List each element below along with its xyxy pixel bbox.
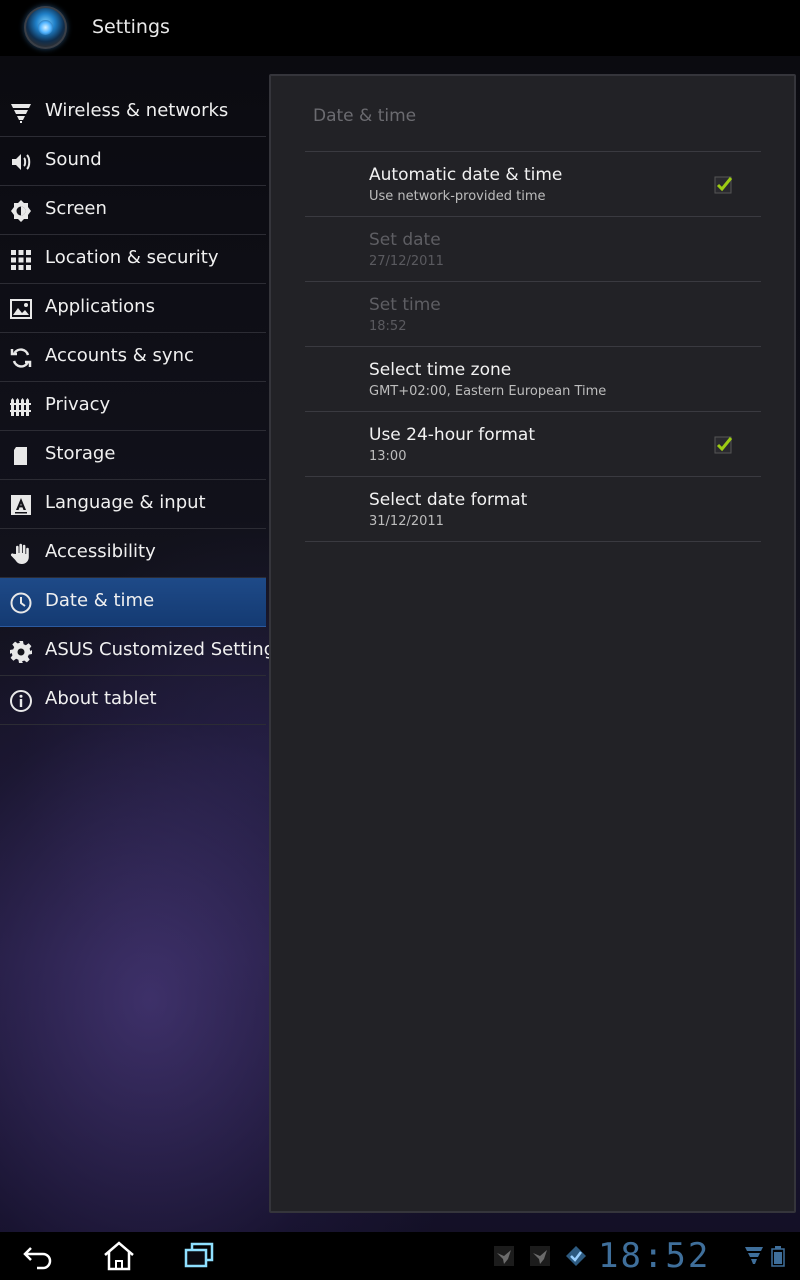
- sidebar-item-label: Storage: [45, 443, 116, 464]
- wifi-icon: [8, 100, 34, 126]
- sidebar-item-label: Sound: [45, 149, 102, 170]
- applications-icon: [8, 296, 34, 322]
- pref-title: Set time: [369, 295, 441, 315]
- battery-icon[interactable]: [766, 1244, 790, 1268]
- sidebar-item-asus-customized-setting[interactable]: ASUS Customized Setting: [0, 627, 275, 676]
- fence-icon: [8, 394, 34, 420]
- sidebar-item-about-tablet[interactable]: About tablet: [0, 676, 266, 725]
- action-bar: Settings: [0, 0, 800, 56]
- sidebar-item-location-security[interactable]: Location & security: [0, 235, 266, 284]
- recent-apps-icon: [184, 1242, 214, 1268]
- wifi-signal-icon[interactable]: [742, 1244, 766, 1268]
- section-header: Date & time: [313, 106, 417, 126]
- pref-title: Select time zone: [369, 360, 512, 380]
- sidebar-item-accounts-sync[interactable]: Accounts & sync: [0, 333, 266, 382]
- sidebar-item-storage[interactable]: Storage: [0, 431, 266, 480]
- hand-icon: [8, 541, 34, 567]
- brightness-icon: [8, 198, 34, 224]
- back-icon: [23, 1247, 52, 1270]
- sidebar-item-label: Accessibility: [45, 541, 156, 562]
- automatic-date-time-checkbox[interactable]: [713, 173, 735, 195]
- info-icon: [8, 688, 34, 714]
- pref-title: Select date format: [369, 490, 528, 510]
- sd-card-icon: [8, 443, 34, 469]
- sidebar-item-accessibility[interactable]: Accessibility: [0, 529, 266, 578]
- settings-screen: Settings Wireless & networks Sound Scree…: [0, 0, 800, 1280]
- sidebar-item-label: Accounts & sync: [45, 345, 194, 366]
- recent-apps-button[interactable]: [178, 1238, 220, 1274]
- sidebar-item-label: About tablet: [45, 688, 157, 709]
- checkmark-icon: [714, 436, 733, 454]
- pref-summary: 27/12/2011: [369, 254, 444, 269]
- app-title: Settings: [92, 16, 170, 38]
- pref-title: Automatic date & time: [369, 165, 563, 185]
- home-button[interactable]: [98, 1238, 140, 1274]
- pref-summary: 13:00: [369, 449, 407, 464]
- pref-set-date[interactable]: Set date 27/12/2011: [305, 217, 761, 282]
- sidebar-item-language-input[interactable]: Language & input: [0, 480, 266, 529]
- pref-title: Set date: [369, 230, 441, 250]
- speaker-icon: [8, 149, 34, 175]
- settings-app-icon[interactable]: [24, 6, 67, 49]
- notification-bird-icon[interactable]: [492, 1244, 516, 1268]
- gear-icon: [8, 639, 34, 665]
- pref-select-date-format[interactable]: Select date format 31/12/2011: [305, 477, 761, 542]
- sidebar-item-applications[interactable]: Applications: [0, 284, 266, 333]
- pref-summary: 18:52: [369, 319, 407, 334]
- sidebar-item-privacy[interactable]: Privacy: [0, 382, 266, 431]
- date-time-panel: Date & time Automatic date & time Use ne…: [269, 74, 796, 1213]
- sidebar-item-date-time[interactable]: Date & time: [0, 578, 266, 627]
- status-clock: 18:52: [598, 1236, 711, 1276]
- sidebar-item-screen[interactable]: Screen: [0, 186, 266, 235]
- sidebar-item-label: Screen: [45, 198, 107, 219]
- sidebar-item-label: Date & time: [45, 590, 155, 611]
- sync-check-icon[interactable]: [564, 1244, 588, 1268]
- back-button[interactable]: [18, 1238, 60, 1274]
- grid-dots-icon: [8, 247, 34, 273]
- preferences-list: Automatic date & time Use network-provid…: [305, 151, 761, 542]
- sidebar-item-label: Wireless & networks: [45, 100, 229, 121]
- system-bar: 18:52: [0, 1232, 800, 1280]
- pref-select-time-zone[interactable]: Select time zone GMT+02:00, Eastern Euro…: [305, 347, 761, 412]
- pref-title: Use 24-hour format: [369, 425, 535, 445]
- sidebar-item-label: Privacy: [45, 394, 111, 415]
- language-a-icon: [8, 492, 34, 518]
- sidebar-item-sound[interactable]: Sound: [0, 137, 266, 186]
- clock-icon: [8, 590, 34, 616]
- sidebar-item-label: Location & security: [45, 247, 219, 268]
- pref-automatic-date-time[interactable]: Automatic date & time Use network-provid…: [305, 152, 761, 217]
- checkmark-icon: [714, 176, 733, 194]
- pref-use-24-hour-format[interactable]: Use 24-hour format 13:00: [305, 412, 761, 477]
- pref-set-time[interactable]: Set time 18:52: [305, 282, 761, 347]
- home-icon: [104, 1241, 134, 1271]
- use-24-hour-format-checkbox[interactable]: [713, 433, 735, 455]
- settings-sidebar: Wireless & networks Sound Screen Locatio…: [0, 88, 275, 725]
- notification-bird-icon[interactable]: [528, 1244, 552, 1268]
- sidebar-item-label: Language & input: [45, 492, 206, 513]
- pref-summary: GMT+02:00, Eastern European Time: [369, 384, 607, 399]
- pref-summary: 31/12/2011: [369, 514, 444, 529]
- sync-icon: [8, 345, 34, 371]
- sidebar-item-label: Applications: [45, 296, 155, 317]
- sidebar-item-wireless-networks[interactable]: Wireless & networks: [0, 88, 266, 137]
- pref-summary: Use network-provided time: [369, 189, 546, 204]
- sidebar-item-label: ASUS Customized Setting: [45, 639, 276, 660]
